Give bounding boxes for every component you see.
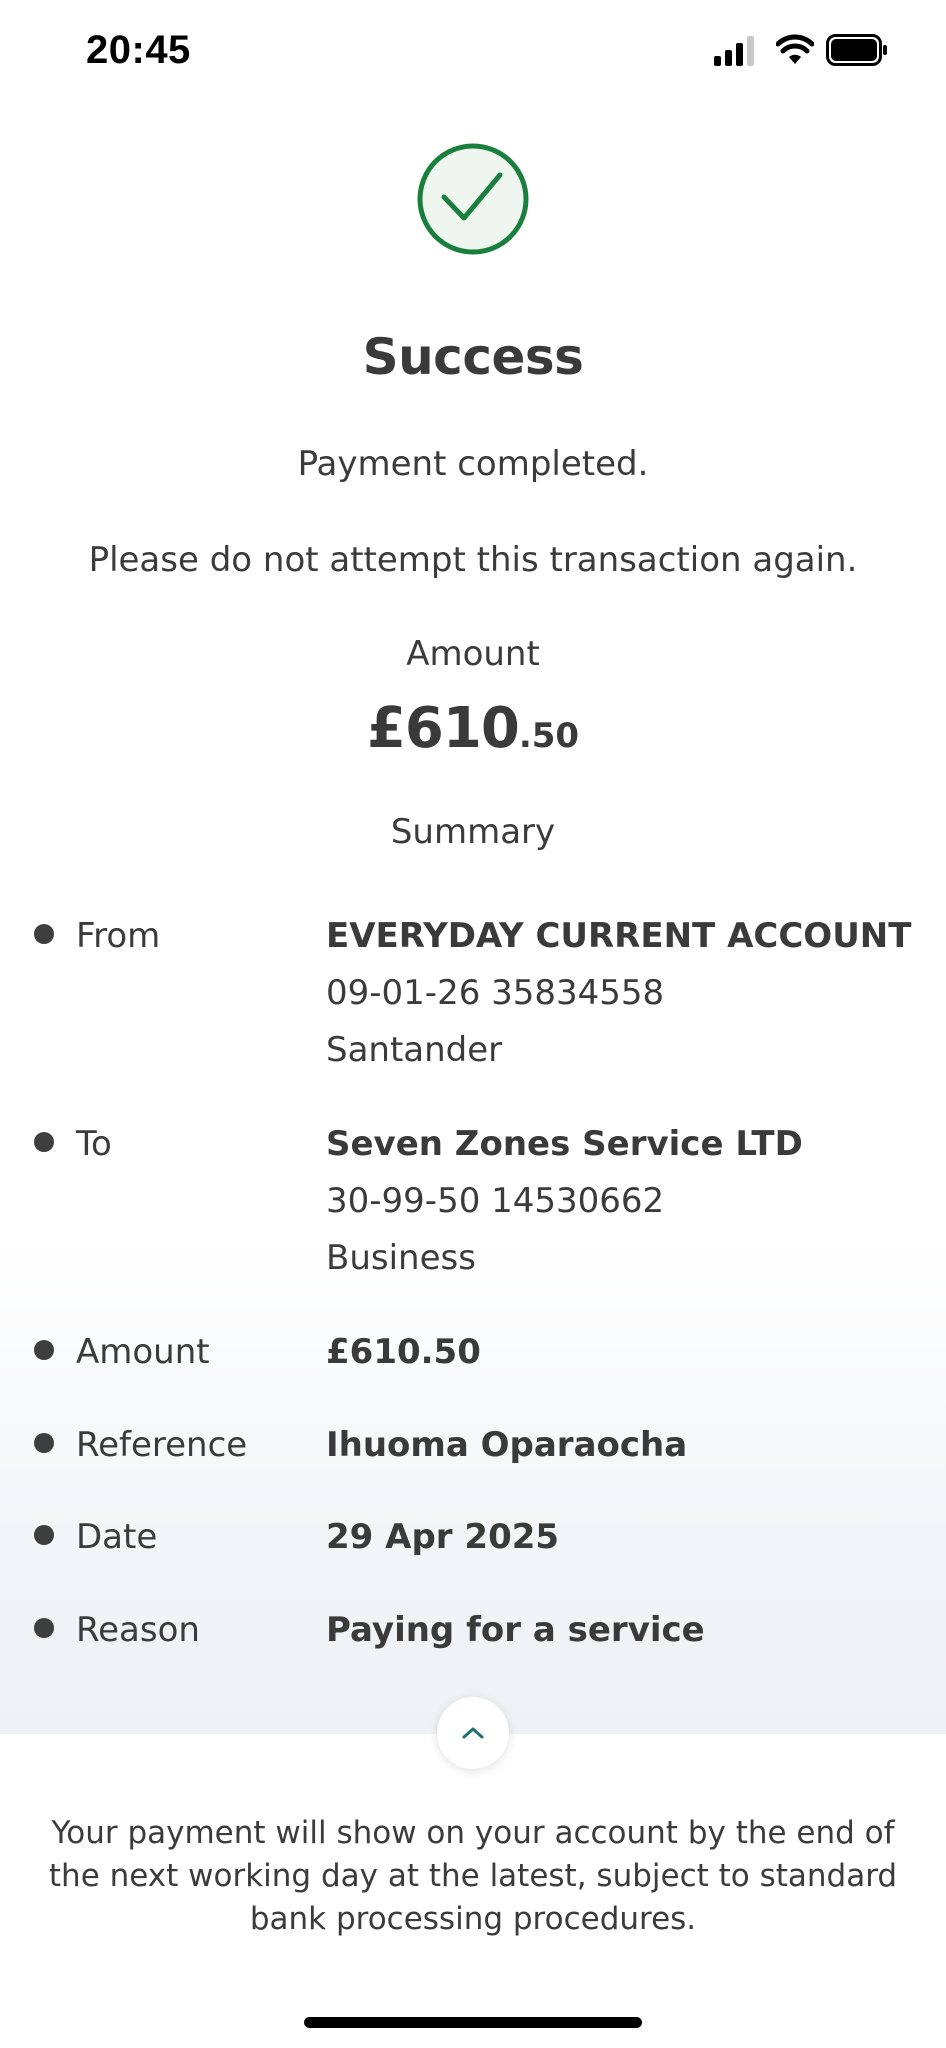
reason-value: Paying for a service (326, 1610, 705, 1650)
battery-icon (826, 34, 887, 66)
status-time: 20:45 (86, 28, 191, 72)
amount-pence: .50 (518, 716, 580, 756)
amount-row-label: Amount (76, 1332, 210, 1372)
reference-label: Reference (76, 1425, 248, 1465)
from-account-number: 09-01-26 35834558 (326, 973, 665, 1013)
amount-value: £610.50 (0, 696, 946, 761)
payment-completed-text: Payment completed. (297, 444, 649, 484)
warning-text: Please do not attempt this transaction a… (88, 540, 858, 580)
wifi-icon (776, 34, 814, 64)
to-label: To (76, 1124, 112, 1164)
bullet (34, 1340, 54, 1360)
bullet (34, 1132, 54, 1152)
status-bar: 20:45 (0, 0, 946, 108)
payment-success-screen: 20:45 Success Payment completed. Please … (0, 0, 946, 2048)
success-check-icon (417, 143, 529, 255)
date-value: 29 Apr 2025 (326, 1517, 560, 1557)
from-account-name: EVERYDAY CURRENT ACCOUNT (326, 916, 912, 956)
date-label: Date (76, 1517, 158, 1557)
summary-background-panel (0, 1240, 946, 1734)
amount-pounds: £610 (366, 696, 520, 761)
from-bank: Santander (326, 1030, 503, 1070)
cellular-signal-icon (714, 36, 754, 66)
to-account-number: 30-99-50 14530662 (326, 1181, 665, 1221)
collapse-summary-button[interactable] (437, 1697, 509, 1769)
chevron-up-icon (462, 1727, 484, 1739)
reference-value: Ihuoma Oparaocha (326, 1425, 688, 1465)
summary-heading: Summary (390, 812, 556, 852)
to-payee-name: Seven Zones Service LTD (326, 1124, 803, 1164)
amount-row-value: £610.50 (326, 1332, 481, 1372)
bullet (34, 1433, 54, 1453)
processing-note: Your payment will show on your account b… (48, 1815, 898, 1937)
home-indicator[interactable] (304, 2017, 642, 2028)
bullet (34, 1525, 54, 1545)
success-title: Success (362, 328, 584, 386)
amount-label: Amount (406, 634, 540, 674)
reason-label: Reason (76, 1610, 200, 1650)
from-label: From (76, 916, 161, 956)
to-account-type: Business (326, 1238, 476, 1278)
bullet (34, 1618, 54, 1638)
bullet (34, 924, 54, 944)
